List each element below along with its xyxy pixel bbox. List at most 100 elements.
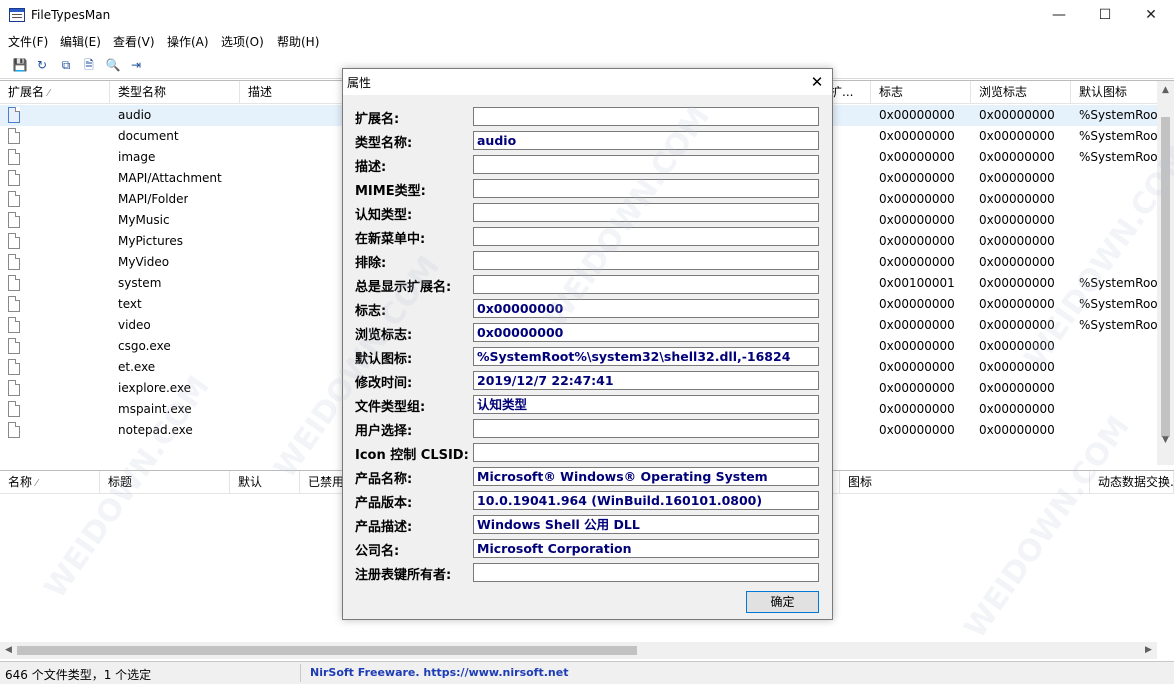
header-default-icon[interactable]: 默认图标	[1071, 81, 1158, 104]
browser-flags-cell: 0x00000000	[979, 297, 1055, 311]
browser-flags-cell: 0x00000000	[979, 171, 1055, 185]
flags-cell: 0x00000000	[879, 360, 955, 374]
close-button[interactable]: ✕	[1128, 0, 1174, 30]
browser-flags-cell: 0x00000000	[979, 276, 1055, 290]
refresh-icon[interactable]: ↻	[33, 56, 51, 74]
browser-flags-cell: 0x00000000	[979, 150, 1055, 164]
scroll-left-icon[interactable]: ◀	[0, 645, 17, 655]
file-icon	[8, 275, 20, 291]
flags-cell: 0x00000000	[879, 402, 955, 416]
menu-file[interactable]: 文件(F)	[8, 33, 48, 50]
header-action-default[interactable]: 默认	[230, 471, 300, 494]
menu-action[interactable]: 操作(A)	[167, 33, 209, 50]
field-label: 修改时间:	[355, 376, 413, 391]
browser-flags-cell: 0x00000000	[979, 423, 1055, 437]
flags-cell: 0x00000000	[879, 108, 955, 122]
find-icon[interactable]: 🔍	[104, 56, 122, 74]
field-value[interactable]	[473, 563, 819, 582]
menu-help[interactable]: 帮助(H)	[277, 33, 319, 50]
type-name-cell: MyPictures	[118, 234, 183, 248]
field-label: 类型名称:	[355, 136, 413, 151]
field-value[interactable]	[473, 155, 819, 174]
default-icon-cell: %SystemRoot	[1079, 318, 1157, 332]
field-value[interactable]	[473, 203, 819, 222]
field-value[interactable]: %SystemRoot%\system32\shell32.dll,-16824	[473, 347, 819, 366]
browser-flags-cell: 0x00000000	[979, 108, 1055, 122]
field-value[interactable]	[473, 443, 819, 462]
vertical-scrollbar[interactable]: ▲ ▼	[1157, 81, 1174, 465]
header-action-name[interactable]: 名称 ⁄	[0, 471, 100, 494]
scroll-up-icon[interactable]: ▲	[1157, 85, 1174, 95]
nirsoft-link[interactable]: NirSoft Freeware. https://www.nirsoft.ne…	[310, 666, 568, 679]
field-value[interactable]: 认知类型	[473, 395, 819, 414]
browser-flags-cell: 0x00000000	[979, 381, 1055, 395]
field-value[interactable]: 0x00000000	[473, 299, 819, 318]
field-value[interactable]	[473, 275, 819, 294]
dialog-close-icon[interactable]: ✕	[802, 69, 832, 95]
flags-cell: 0x00000000	[879, 318, 955, 332]
menu-options[interactable]: 选项(O)	[221, 33, 264, 50]
default-icon-cell: %SystemRoot	[1079, 108, 1157, 122]
hscroll-thumb[interactable]	[17, 646, 637, 655]
file-icon	[8, 107, 20, 123]
type-name-cell: system	[118, 276, 162, 290]
browser-flags-cell: 0x00000000	[979, 402, 1055, 416]
copy-icon[interactable]: ⧉	[57, 56, 75, 74]
header-action-dde[interactable]: 动态数据交换...	[1090, 471, 1174, 494]
properties-icon[interactable]: 🗎	[80, 56, 98, 74]
browser-flags-cell: 0x00000000	[979, 360, 1055, 374]
field-label: 在新菜单中:	[355, 232, 426, 247]
field-label: 产品描述:	[355, 520, 413, 535]
horizontal-scrollbar[interactable]: ◀ ▶	[0, 642, 1157, 659]
scroll-right-icon[interactable]: ▶	[1140, 645, 1157, 655]
flags-cell: 0x00000000	[879, 423, 955, 437]
field-value[interactable]	[473, 251, 819, 270]
exit-icon[interactable]: ⇥	[127, 56, 145, 74]
field-value[interactable]: 0x00000000	[473, 323, 819, 342]
file-icon	[8, 212, 20, 228]
field-value[interactable]	[473, 227, 819, 246]
dialog-title: 属性	[347, 76, 372, 90]
file-icon	[8, 191, 20, 207]
scroll-thumb[interactable]	[1161, 117, 1170, 437]
flags-cell: 0x00000000	[879, 150, 955, 164]
field-value[interactable]: 10.0.19041.964 (WinBuild.160101.0800)	[473, 491, 819, 510]
default-icon-cell: %SystemRoot	[1079, 297, 1157, 311]
field-label: 描述:	[355, 160, 387, 175]
field-label: 排除:	[355, 256, 387, 271]
scroll-down-icon[interactable]: ▼	[1157, 435, 1174, 445]
header-flags[interactable]: 标志	[871, 81, 971, 104]
field-value[interactable]	[473, 107, 819, 126]
flags-cell: 0x00000000	[879, 234, 955, 248]
field-value[interactable]: Windows Shell 公用 DLL	[473, 515, 819, 534]
header-type-name[interactable]: 类型名称	[110, 81, 240, 104]
field-label: Icon 控制 CLSID:	[355, 448, 469, 463]
browser-flags-cell: 0x00000000	[979, 129, 1055, 143]
header-action-title[interactable]: 标题	[100, 471, 230, 494]
field-label: 认知类型:	[355, 208, 413, 223]
type-name-cell: iexplore.exe	[118, 381, 192, 395]
maximize-button[interactable]: ☐	[1082, 0, 1128, 30]
header-extension[interactable]: 扩展名 ⁄	[0, 81, 110, 104]
type-name-cell: notepad.exe	[118, 423, 193, 437]
field-value[interactable]	[473, 419, 819, 438]
status-divider	[300, 664, 301, 682]
field-value[interactable]	[473, 179, 819, 198]
field-value[interactable]: Microsoft Corporation	[473, 539, 819, 558]
field-label: 公司名:	[355, 544, 400, 559]
field-value[interactable]: Microsoft® Windows® Operating System	[473, 467, 819, 486]
flags-cell: 0x00000000	[879, 297, 955, 311]
field-value[interactable]: 2019/12/7 22:47:41	[473, 371, 819, 390]
status-count: 646 个文件类型，1 个选定	[5, 668, 152, 682]
menu-view[interactable]: 查看(V)	[113, 33, 155, 50]
save-icon[interactable]: 💾	[11, 56, 29, 74]
header-action-icon[interactable]: 图标	[840, 471, 1090, 494]
minimize-button[interactable]: —	[1036, 0, 1082, 30]
ok-button[interactable]: 确定	[746, 591, 819, 613]
flags-cell: 0x00000000	[879, 213, 955, 227]
field-label: MIME类型:	[355, 184, 426, 199]
type-name-cell: text	[118, 297, 142, 311]
field-value[interactable]: audio	[473, 131, 819, 150]
header-browser-flags[interactable]: 浏览标志	[971, 81, 1071, 104]
menu-edit[interactable]: 编辑(E)	[60, 33, 101, 50]
